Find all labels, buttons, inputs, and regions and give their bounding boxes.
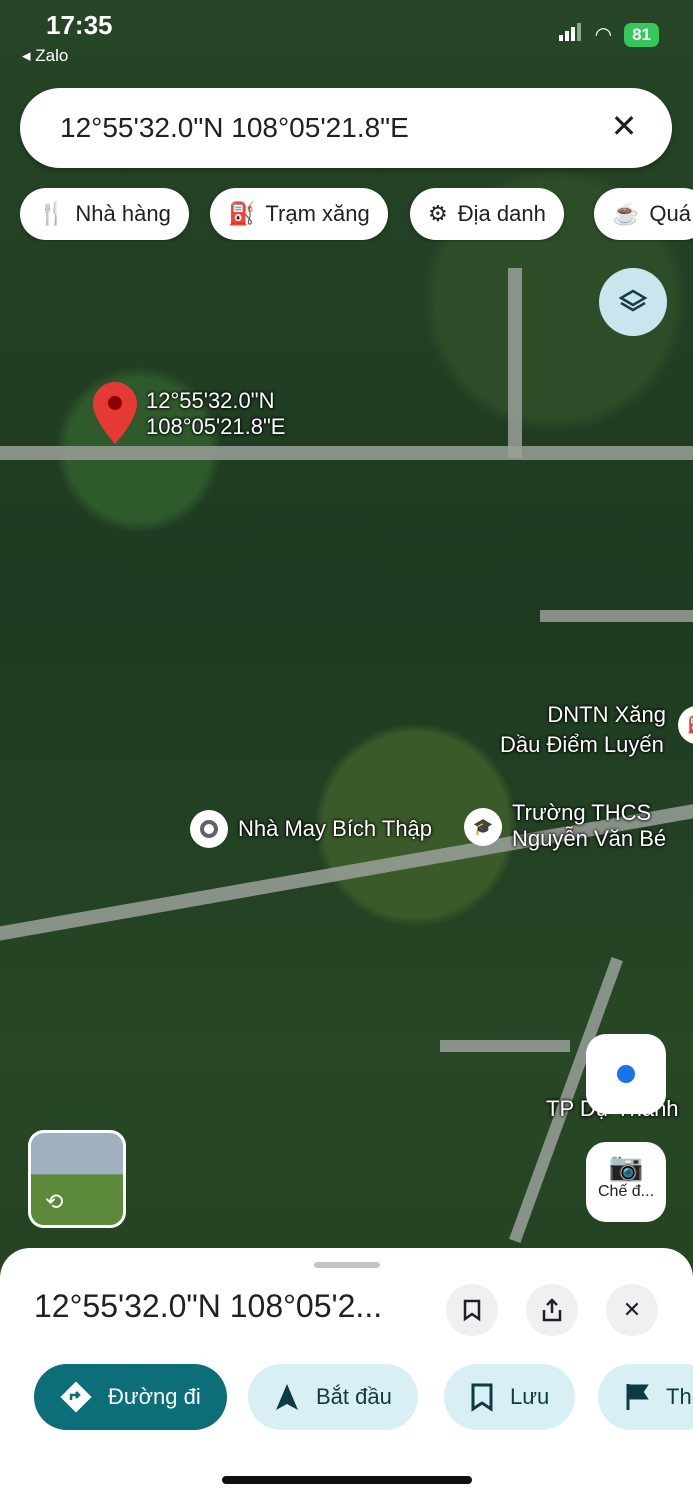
poi-label-gas-station-line2[interactable]: Dầu Điểm Luyến [500, 732, 664, 758]
clock: 17:35 [46, 10, 113, 40]
school-poi-icon[interactable]: 🎓 [464, 808, 502, 846]
street-view-thumbnail[interactable]: ⟲ [28, 1130, 126, 1228]
more-action-label: Th [666, 1384, 692, 1409]
search-query[interactable]: 12°55'32.0"N 108°05'21.8"E [60, 112, 409, 144]
poi-label-school[interactable]: Trường THCS Nguyễn Văn Bé [512, 800, 666, 852]
share-icon [542, 1298, 562, 1322]
start-button[interactable]: Bắt đầu [248, 1364, 418, 1430]
my-location-button[interactable] [586, 1034, 666, 1114]
back-app-label: Zalo [35, 46, 69, 65]
lens-label: Chế đ... [597, 1183, 655, 1200]
road [440, 1040, 570, 1052]
road [508, 268, 522, 458]
camera-icon: 📷 [608, 1151, 644, 1182]
bookmark-icon [463, 1299, 481, 1321]
close-sheet-button[interactable]: ✕ [606, 1284, 658, 1336]
lens-button[interactable]: 📷 Chế đ... [586, 1142, 666, 1222]
street-view-360-icon: ⟲ [45, 1189, 64, 1214]
close-icon[interactable]: ✕ [602, 104, 646, 148]
chip-restaurant[interactable]: 🍴 Nhà hàng [20, 188, 189, 240]
directions-icon [60, 1381, 92, 1413]
place-bottom-sheet[interactable]: 12°55'32.0"N 108°05'2... ✕ Đường đi Bắt … [0, 1248, 693, 1500]
location-pin-icon[interactable] [93, 382, 137, 449]
more-action-button[interactable]: Th [598, 1364, 693, 1430]
gas-poi-icon[interactable]: ⛽ [678, 706, 693, 744]
search-bar[interactable]: 12°55'32.0"N 108°05'21.8"E ✕ [20, 88, 672, 168]
layers-icon [618, 285, 648, 320]
place-title: 12°55'32.0"N 108°05'2... [34, 1288, 383, 1324]
start-label: Bắt đầu [316, 1384, 392, 1409]
category-chips: 🍴 Nhà hàng ⛽ Trạm xăng ⚙ Địa danh ☕ Quá [20, 188, 693, 242]
signal-icon [558, 23, 583, 46]
restaurant-icon: 🍴 [38, 201, 66, 226]
directions-button[interactable]: Đường đi [34, 1364, 227, 1430]
my-location-icon [617, 1065, 635, 1083]
back-to-app[interactable]: ◂ Zalo [22, 46, 68, 66]
battery-indicator: 81 [624, 22, 659, 47]
chip-label: Địa danh [457, 201, 546, 226]
home-indicator[interactable] [222, 1476, 472, 1484]
chip-label: Nhà hàng [75, 201, 171, 226]
flag-icon [626, 1384, 649, 1410]
action-buttons: Đường đi Bắt đầu Lưu Th [0, 1364, 693, 1432]
poi-label-gas-station[interactable]: DNTN Xăng [546, 702, 666, 728]
chip-label: Trạm xăng [265, 201, 370, 226]
wifi-icon: ◠ [594, 24, 613, 46]
chip-gas-station[interactable]: ⛽ Trạm xăng [210, 188, 388, 240]
drag-handle[interactable] [314, 1262, 380, 1268]
share-icon-button[interactable] [526, 1284, 578, 1336]
save-label: Lưu [510, 1384, 550, 1409]
chip-label: Quá [649, 201, 691, 226]
gas-station-icon: ⛽ [228, 201, 256, 226]
coffee-icon: ☕ [612, 201, 640, 226]
layers-button[interactable] [599, 268, 667, 336]
status-bar: 17:35 ◂ Zalo ◠ 81 [0, 0, 693, 70]
directions-label: Đường đi [108, 1384, 201, 1409]
road [540, 610, 693, 622]
poi-label-sewing[interactable]: Nhà May Bích Thập [238, 816, 432, 842]
landmark-icon: ⚙ [428, 201, 448, 226]
save-icon-button[interactable] [446, 1284, 498, 1336]
pin-coordinate-label: 12°55'32.0"N 108°05'21.8"E [146, 388, 286, 439]
navigation-arrow-icon [276, 1384, 298, 1410]
save-button[interactable]: Lưu [444, 1364, 576, 1430]
bookmark-icon [471, 1383, 493, 1412]
status-icons: ◠ 81 [558, 22, 659, 47]
chip-cafe[interactable]: ☕ Quá [594, 188, 693, 240]
place-poi-icon[interactable] [190, 810, 228, 848]
chip-landmark[interactable]: ⚙ Địa danh [410, 188, 564, 240]
close-icon: ✕ [622, 1297, 642, 1322]
